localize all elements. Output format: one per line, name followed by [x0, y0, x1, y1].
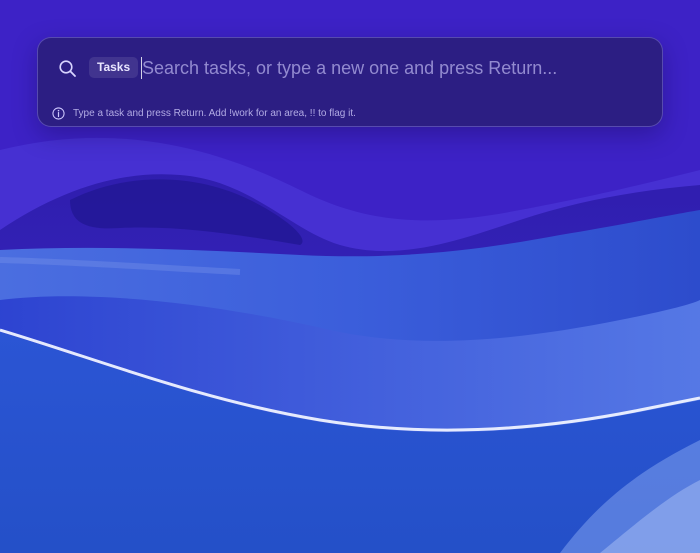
search-icon[interactable]: [58, 59, 78, 79]
info-icon: [52, 106, 65, 120]
hint-text: Type a task and press Return. Add !work …: [73, 107, 356, 119]
desktop-wallpaper: Tasks Type a task and press Return. Add …: [0, 0, 700, 553]
scope-chip-tasks[interactable]: Tasks: [89, 57, 139, 78]
hint-row: Type a task and press Return. Add !work …: [52, 106, 356, 120]
quick-entry-palette: Tasks Type a task and press Return. Add …: [37, 37, 663, 127]
search-input[interactable]: [142, 54, 642, 82]
